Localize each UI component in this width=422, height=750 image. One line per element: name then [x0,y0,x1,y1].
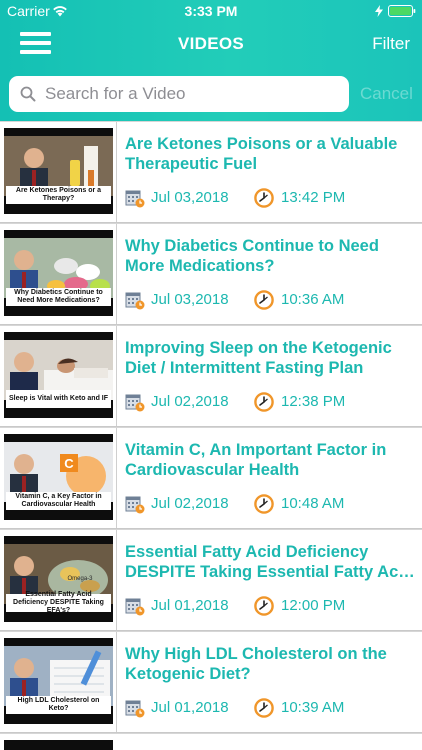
header: Carrier 3:33 PM VIDEOS Filter Cancel [0,0,422,128]
video-list: Are Ketones Poisons or a Therapy? Are Ke… [0,121,422,750]
video-time: 10:36 AM [281,291,345,308]
video-row-partial[interactable] [0,733,422,750]
calendar-icon [125,292,145,310]
status-time: 3:33 PM [184,3,238,19]
video-thumbnail: Are Ketones Poisons or a Therapy? [4,128,113,214]
video-time: 10:39 AM [281,699,345,716]
video-row[interactable]: Omega-3 Essential Fatty Acid Deficiency … [0,529,422,631]
calendar-icon [125,190,145,208]
page-title: VIDEOS [177,34,245,53]
video-date: Jul 03,2018 [151,189,229,206]
video-thumbnail: Omega-3 Essential Fatty Acid Deficiency … [4,536,113,622]
video-title: Vitamin C, An Important Factor in Cardio… [125,440,415,480]
video-title-line2: Therapeutic Fuel [125,155,258,173]
video-title-line1: Are Ketones Poisons or a Valuable [125,135,398,153]
thumbnail-caption: Are Ketones Poisons or a Therapy? [6,186,111,204]
video-title-line1: Vitamin C, An Important Factor in [125,441,387,459]
row-divider [116,224,117,324]
video-title: Are Ketones Poisons or a Valuable Therap… [125,134,415,174]
video-row[interactable]: C Vitamin C, a Key Factor in Cardiovascu… [0,427,422,529]
video-title-line2: DESPITE Taking Essential Fatty Aci... [125,563,415,581]
video-title: Improving Sleep on the Ketogenic Diet / … [125,338,415,378]
video-row[interactable]: Are Ketones Poisons or a Therapy? Are Ke… [0,121,422,223]
video-time: 13:42 PM [281,189,346,206]
search-input[interactable] [45,84,335,104]
thumbnail-caption: Sleep is Vital with Keto and IF [6,390,111,408]
thumbnail-caption: Vitamin C, a Key Factor in Cardiovascula… [6,492,111,510]
calendar-icon [125,496,145,514]
clock-icon [254,698,274,718]
video-title: Why Diabetics Continue to Need More Medi… [125,236,415,276]
video-title-line1: Improving Sleep on the Ketogenic [125,339,392,357]
video-row[interactable]: High LDL Cholesterol on Keto? Why High L… [0,631,422,733]
video-thumbnail: C Vitamin C, a Key Factor in Cardiovascu… [4,434,113,520]
video-title-line2: Diet / Intermittent Fasting Plan [125,359,364,377]
thumbnail-caption: High LDL Cholesterol on Keto? [6,696,111,714]
clock-icon [254,494,274,514]
video-thumbnail: Sleep is Vital with Keto and IF [4,332,113,418]
clock-icon [254,596,274,616]
calendar-icon [125,598,145,616]
video-time: 10:48 AM [281,495,345,512]
search-bar[interactable] [9,76,349,112]
svg-text:Omega-3: Omega-3 [67,576,93,582]
video-title-line1: Essential Fatty Acid Deficiency [125,543,369,561]
row-divider [116,632,117,732]
svg-text:C: C [64,456,74,471]
video-title-line2: More Medications? [125,257,275,275]
video-date: Jul 03,2018 [151,291,229,308]
clock-icon [254,290,274,310]
video-title: Why High LDL Cholesterol on the Ketogeni… [125,644,415,684]
video-title-line1: Why Diabetics Continue to Need [125,237,379,255]
row-divider [116,326,117,426]
row-divider [116,122,117,222]
video-time: 12:38 PM [281,393,346,410]
video-thumbnail [4,740,113,750]
video-thumbnail: Why Diabetics Continue to Need More Medi… [4,230,113,316]
battery-icon [388,5,416,17]
video-title-line2: Ketogenic Diet? [125,665,251,683]
filter-button[interactable]: Filter [372,34,410,54]
video-time: 12:00 PM [281,597,346,614]
calendar-icon [125,700,145,718]
search-icon [20,86,36,102]
video-title: Essential Fatty Acid Deficiency DESPITE … [125,542,415,582]
video-row[interactable]: Why Diabetics Continue to Need More Medi… [0,223,422,325]
video-date: Jul 01,2018 [151,699,229,716]
video-title-line2: Cardiovascular Health [125,461,300,479]
thumbnail-caption: Essential Fatty Acid Deficiency DESPITE … [6,591,111,614]
video-title-line1: Why High LDL Cholesterol on the [125,645,387,663]
charging-icon [375,5,383,17]
video-row[interactable]: Sleep is Vital with Keto and IF Improvin… [0,325,422,427]
video-date: Jul 01,2018 [151,597,229,614]
row-divider [116,428,117,528]
nav-bar: VIDEOS Filter [0,22,422,66]
thumbnail-caption: Why Diabetics Continue to Need More Medi… [6,288,111,306]
calendar-icon [125,394,145,412]
clock-icon [254,392,274,412]
video-date: Jul 02,2018 [151,393,229,410]
video-date: Jul 02,2018 [151,495,229,512]
status-bar: Carrier 3:33 PM [0,0,422,22]
row-divider [116,530,117,630]
clock-icon [254,188,274,208]
cancel-button[interactable]: Cancel [360,84,413,104]
video-thumbnail: High LDL Cholesterol on Keto? [4,638,113,724]
